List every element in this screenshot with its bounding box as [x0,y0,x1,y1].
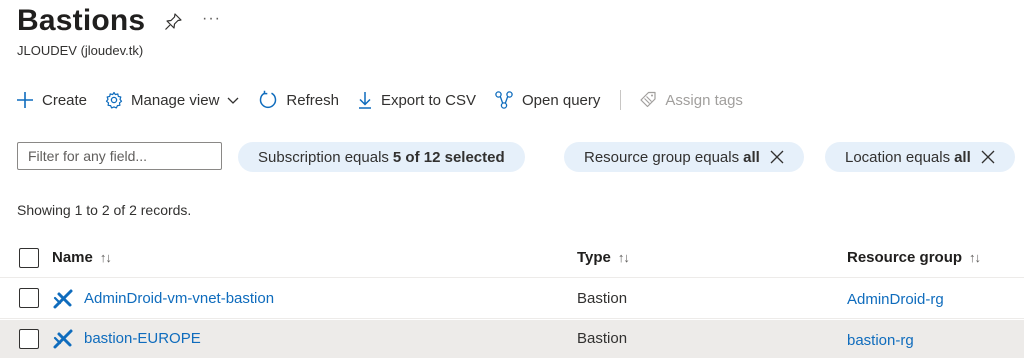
sort-icon: ↑↓ [99,250,112,265]
row-checkbox[interactable] [19,329,39,349]
export-csv-label: Export to CSV [380,91,476,109]
column-header-type[interactable]: Type ↑↓ [577,249,630,266]
refresh-icon [260,90,277,109]
open-query-button[interactable]: Open query [494,90,600,110]
assign-tags-button[interactable]: Assign tags [639,91,743,109]
directory-subtitle: JLOUDEV (jloudev.tk) [17,43,144,58]
resource-type: Bastion [577,330,628,347]
subscription-filter-value: 5 of 12 selected [392,148,505,166]
close-icon[interactable] [770,150,784,164]
resource-name-link[interactable]: bastion-EUROPE [84,330,201,347]
pin-icon[interactable] [163,12,183,32]
row-checkbox[interactable] [19,288,39,308]
download-icon [358,92,371,109]
resource-name-link[interactable]: AdminDroid-vm-vnet-bastion [84,290,274,307]
location-filter-label: Location equals [845,148,951,166]
refresh-label: Refresh [286,91,339,109]
manage-view-label: Manage view [131,91,220,109]
more-options-button[interactable]: ··· [202,10,221,28]
command-bar: Create Manage view Refresh Export to CSV [16,88,761,112]
gear-icon [105,91,123,109]
select-all-checkbox[interactable] [19,248,39,268]
tag-icon [640,91,656,108]
create-label: Create [42,91,88,109]
open-query-label: Open query [522,91,601,109]
table-row: bastion-EUROPE Bastion bastion-rg [0,320,1024,358]
column-header-resource-group[interactable]: Resource group ↑↓ [847,249,981,266]
plus-icon [17,92,33,108]
resource-group-filter-value: all [743,148,760,166]
sort-icon: ↑↓ [969,250,981,265]
bastion-icon [53,289,73,309]
assign-tags-label: Assign tags [665,91,743,109]
resource-group-link[interactable]: bastion-rg [847,332,914,349]
resource-type: Bastion [577,290,628,307]
column-header-name[interactable]: Name ↑↓ [52,249,112,266]
resource-group-link[interactable]: AdminDroid-rg [847,291,944,308]
subscription-filter-label: Subscription equals [258,148,389,166]
location-filter-value: all [954,148,971,166]
export-csv-button[interactable]: Export to CSV [357,91,476,109]
bastion-icon [53,329,73,349]
location-filter-pill[interactable]: Location equals all [825,142,1015,172]
resource-group-filter-label: Resource group equals [584,148,740,166]
manage-view-button[interactable]: Manage view [105,91,240,109]
column-name-label: Name [52,249,93,266]
toolbar-divider [620,90,622,110]
column-type-label: Type [577,249,611,266]
refresh-button[interactable]: Refresh [258,90,339,110]
table-row: AdminDroid-vm-vnet-bastion Bastion Admin… [0,279,1024,319]
page-title: Bastions [17,4,146,37]
create-button[interactable]: Create [16,91,87,109]
table-header: Name ↑↓ Type ↑↓ Resource group ↑↓ [0,238,1024,278]
query-icon [495,91,513,109]
filter-input[interactable] [17,142,222,170]
chevron-down-icon [227,97,239,104]
sort-icon: ↑↓ [617,250,630,265]
subscription-filter-pill[interactable]: Subscription equals 5 of 12 selected [238,142,525,172]
column-resource-group-label: Resource group [847,249,963,266]
records-count: Showing 1 to 2 of 2 records. [17,202,192,218]
close-icon[interactable] [981,150,995,164]
resource-group-filter-pill[interactable]: Resource group equals all [564,142,804,172]
